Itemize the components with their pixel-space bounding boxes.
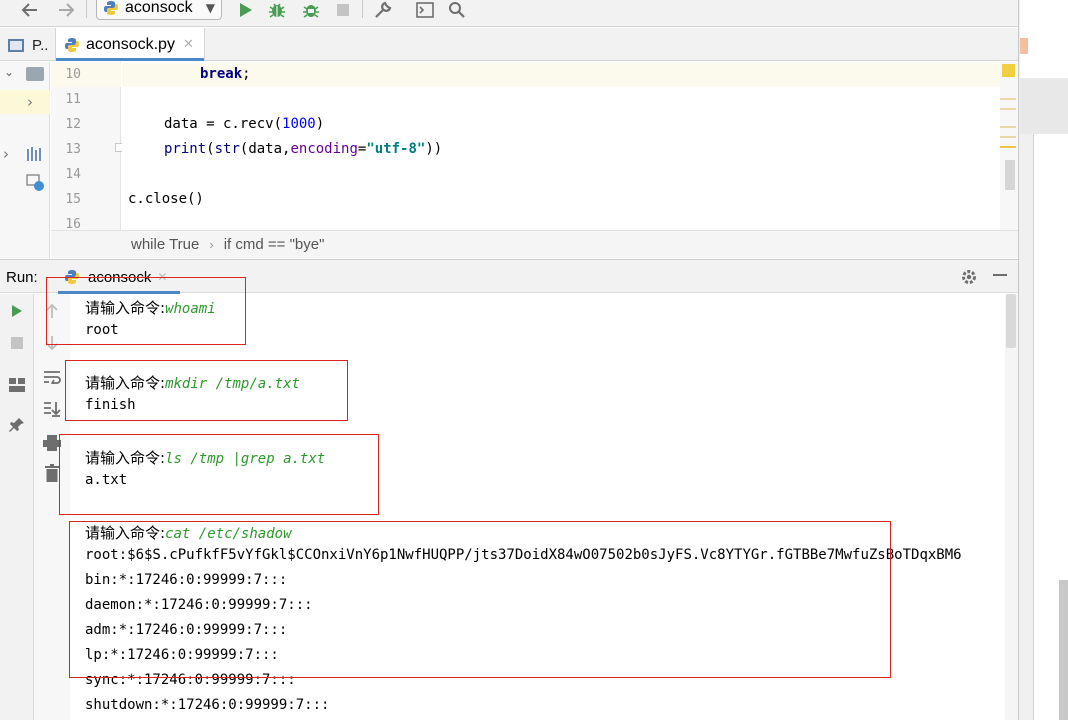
breadcrumb-item[interactable]: while True — [131, 236, 199, 253]
tab-aconsock-py[interactable]: aconsock.py ✕ — [55, 28, 205, 61]
scratches-icon — [26, 174, 44, 191]
annotation-box-mkdir — [65, 360, 348, 421]
stop-icon[interactable] — [6, 332, 28, 354]
annotation-box-ls — [59, 434, 379, 515]
console-output-line: shutdown:*:17246:0:99999:7::: — [85, 697, 330, 713]
toolbar-separator — [86, 0, 87, 18]
forward-icon[interactable] — [54, 0, 78, 20]
project-window-icon — [8, 38, 24, 52]
breadcrumb-item[interactable]: if cmd == "bye" — [224, 236, 325, 253]
annotation-box-whoami — [46, 277, 246, 345]
line-number: 12 — [65, 117, 81, 132]
project-tab-label: P.. — [32, 36, 49, 54]
breadcrumb: while True › if cmd == "bye" — [51, 230, 1018, 258]
run-panel-title: Run: — [6, 269, 38, 286]
background-window-accent — [1020, 38, 1028, 54]
layout-icon[interactable] — [6, 374, 28, 396]
code-line-10: break; — [200, 66, 251, 82]
run-configuration-select[interactable]: aconsock ▼ — [96, 0, 222, 20]
toolbar-separator — [362, 0, 363, 18]
python-file-icon — [65, 37, 79, 52]
terminal-icon[interactable] — [414, 0, 436, 20]
project-tool-tab[interactable]: P.. — [8, 34, 48, 56]
scroll-marker — [1000, 98, 1016, 100]
console-scrollbar[interactable] — [1005, 294, 1018, 720]
folder-icon — [26, 67, 44, 81]
scroll-marker — [1000, 108, 1016, 110]
code-line-13: print(str(data,encoding="utf-8")) — [164, 141, 443, 157]
project-tree-panel: ⌄ › › — [0, 62, 50, 258]
scroll-to-end-icon[interactable] — [41, 398, 63, 420]
background-window — [1018, 0, 1068, 720]
background-window-panel — [1020, 0, 1068, 78]
gear-icon[interactable] — [960, 268, 978, 291]
background-window-scrollbar — [1059, 580, 1068, 720]
code-editor[interactable]: break; data = c.recv(1000) print(str(dat… — [122, 62, 1005, 230]
stop-icon[interactable] — [334, 0, 352, 20]
line-number: 15 — [65, 192, 81, 207]
libraries-icon — [27, 147, 41, 161]
code-line-15: c.close() — [128, 191, 204, 207]
python-icon — [104, 1, 118, 15]
back-icon[interactable] — [18, 0, 42, 20]
line-number: 13 — [65, 142, 81, 157]
debug-bug-icon[interactable] — [266, 0, 288, 20]
annotation-box-shadow — [69, 521, 891, 678]
project-tree-external-libraries[interactable]: › — [0, 142, 50, 166]
wrench-icon[interactable] — [372, 0, 394, 20]
chevron-right-icon: › — [3, 145, 9, 163]
search-icon[interactable] — [446, 0, 468, 20]
project-tree-scratches[interactable] — [0, 170, 50, 194]
scroll-marker — [1000, 126, 1016, 128]
scroll-marker — [1000, 136, 1016, 138]
run-configuration-label: aconsock — [125, 0, 193, 16]
chevron-right-icon: › — [27, 93, 33, 111]
editor-gutter: 10 11 12 13 14 15 16 — [51, 62, 124, 232]
project-tree-root[interactable]: ⌄ — [0, 62, 50, 86]
soft-wrap-icon[interactable] — [41, 366, 63, 388]
chevron-down-icon: ⌄ — [4, 65, 15, 79]
breadcrumb-separator: › — [209, 237, 214, 252]
chevron-down-icon: ▼ — [205, 1, 215, 15]
background-window-panel — [1020, 78, 1068, 134]
run-icon[interactable] — [236, 0, 256, 20]
editor-scroll-thumb[interactable] — [1005, 160, 1015, 190]
close-tab-icon[interactable]: ✕ — [183, 37, 194, 52]
current-line-highlight — [122, 63, 1005, 87]
pin-icon[interactable] — [6, 414, 28, 436]
main-toolbar: aconsock ▼ — [0, 0, 1018, 27]
rerun-icon[interactable] — [6, 300, 28, 322]
editor-tab-bar: P.. aconsock.py ✕ — [0, 28, 1018, 61]
console-scroll-thumb[interactable] — [1006, 294, 1016, 348]
warning-indicator-icon[interactable] — [1002, 64, 1015, 77]
scroll-marker — [1000, 146, 1016, 148]
project-tree-item-selected[interactable]: › — [0, 90, 50, 114]
run-primary-toolbar — [0, 294, 34, 720]
line-number: 10 — [65, 67, 81, 82]
minimize-icon[interactable] — [992, 266, 1008, 289]
tab-file-name: aconsock.py — [86, 35, 175, 53]
code-line-12: data = c.recv(1000) — [164, 116, 325, 132]
run-with-coverage-icon[interactable] — [300, 0, 322, 20]
line-number: 11 — [65, 92, 81, 107]
line-number: 14 — [65, 167, 81, 182]
